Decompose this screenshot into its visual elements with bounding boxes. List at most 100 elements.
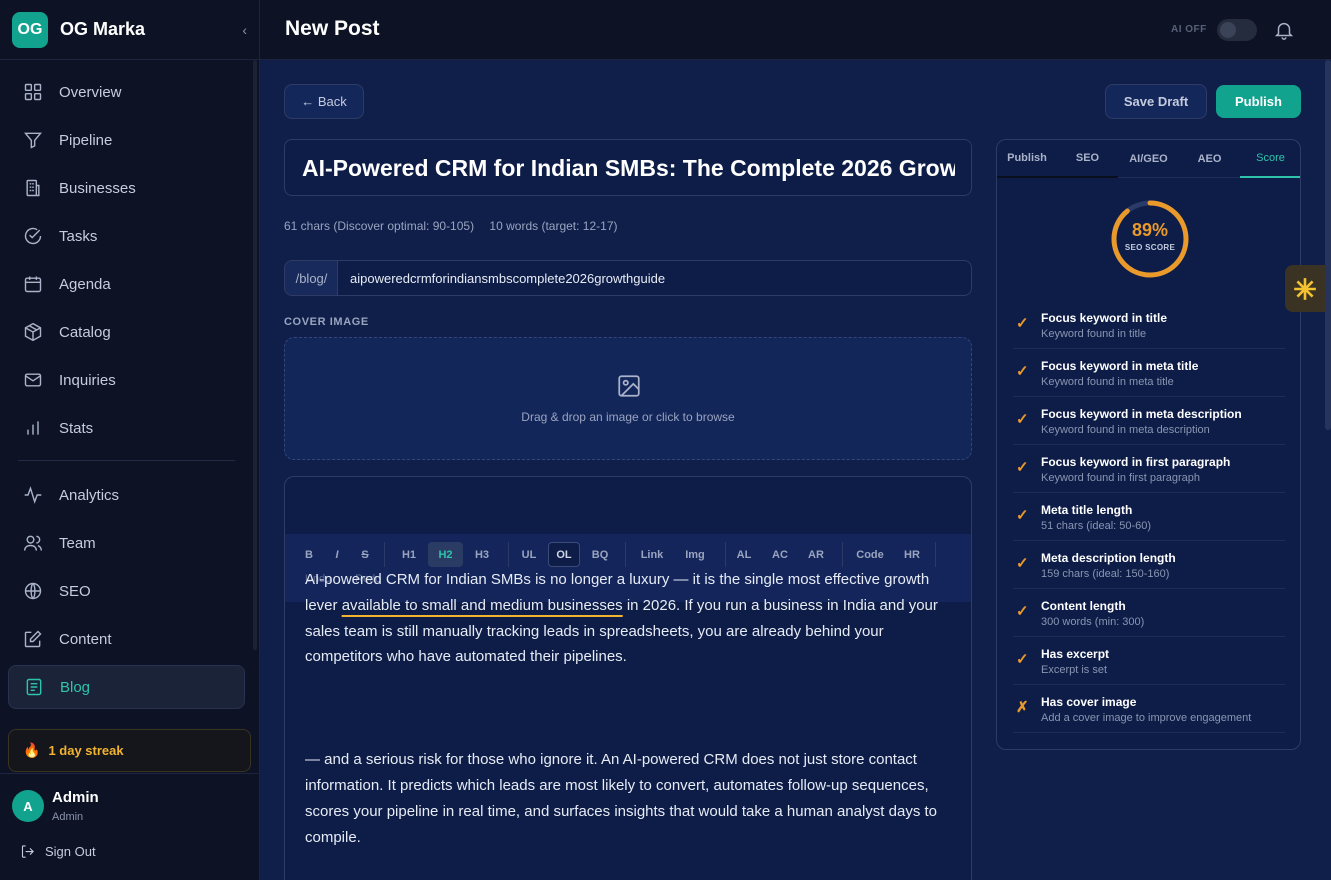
align-left-button[interactable]: AL (731, 542, 757, 567)
notifications-button[interactable] (1273, 19, 1295, 41)
horizontal-rule-button[interactable]: HR (898, 542, 926, 567)
image-button[interactable]: Img (678, 542, 712, 567)
sidebar-item-stats[interactable]: Stats (8, 406, 245, 450)
sidebar-item-label: Businesses (59, 179, 136, 197)
editor-paragraph: — and a serious risk for those who ignor… (305, 751, 938, 846)
check-title: Focus keyword in first paragraph (1041, 455, 1231, 469)
streak-badge: 🔥 1 day streak (8, 729, 251, 772)
check-icon: ✓ (1016, 315, 1029, 332)
check-icon: ✓ (1016, 411, 1029, 428)
page-scrollbar[interactable] (1325, 60, 1331, 430)
sidebar-item-label: Pipeline (59, 131, 113, 149)
users-icon (23, 535, 43, 551)
check-subtitle: 51 chars (ideal: 50-60) (1041, 520, 1152, 532)
sign-out-button[interactable]: Sign Out (20, 844, 96, 859)
sidebar-item-blog[interactable]: Blog (8, 665, 245, 709)
sidebar-item-label: Blog (60, 678, 91, 696)
sidebar-item-tasks[interactable]: Tasks (8, 214, 245, 258)
check-icon: ✓ (1016, 603, 1029, 620)
avatar[interactable]: A (12, 790, 44, 822)
collapse-sidebar-button[interactable]: ‹ (242, 22, 247, 38)
score-label: SEO SCORE (1124, 243, 1176, 252)
strikethrough-button[interactable]: S (355, 542, 375, 567)
back-button[interactable]: ← Back (284, 84, 364, 119)
sidebar-item-businesses[interactable]: Businesses (8, 166, 245, 210)
post-title-input[interactable]: AI-Powered CRM for Indian SMBs: The Comp… (284, 139, 972, 196)
align-center-button[interactable]: AC (767, 542, 793, 567)
tab-seo[interactable]: SEO (1057, 140, 1118, 178)
sidebar-item-pipeline[interactable]: Pipeline (8, 118, 245, 162)
check-icon: ✓ (1016, 363, 1029, 380)
filter-icon (23, 132, 43, 149)
sidebar: OG OG Marka ‹ Overview Pipeline Business… (0, 0, 260, 880)
blockquote-button[interactable]: BQ (585, 542, 615, 567)
bold-button[interactable]: B (299, 542, 319, 567)
sidebar-scrollbar[interactable] (253, 60, 257, 650)
document-icon (26, 678, 42, 696)
checklist-item: ✓ Focus keyword in title Keyword found in … (1013, 301, 1285, 349)
content-editor[interactable]: B I S H1 H2 H3 UL OL BQ Link Img AL AC A… (284, 476, 972, 880)
building-icon (26, 179, 40, 197)
sidebar-item-agenda[interactable]: Agenda (8, 262, 245, 306)
score-value: 89% (1131, 220, 1169, 240)
check-title: Meta title length (1041, 503, 1133, 517)
check-icon: ✓ (1016, 507, 1029, 524)
tab-publish[interactable]: Publish (997, 140, 1057, 178)
heading1-button[interactable]: H1 (393, 542, 425, 567)
bell-icon (1274, 22, 1294, 40)
sidebar-item-seo[interactable]: SEO (8, 569, 245, 613)
title-word-count: 10 words (target: 12-17) (489, 219, 618, 233)
sparkle-icon (1294, 277, 1316, 300)
seo-checklist: ✓ Focus keyword in title Keyword found in … (1013, 301, 1285, 733)
sidebar-item-analytics[interactable]: Analytics (8, 473, 245, 517)
post-title-text: AI-Powered CRM for Indian SMBs: The Comp… (302, 155, 972, 181)
image-icon (618, 375, 640, 397)
checklist-item: ✓ Focus keyword in first paragraph Keyword… (1013, 445, 1285, 493)
tab-score[interactable]: Score (1240, 140, 1300, 178)
sidebar-item-team[interactable]: Team (8, 521, 245, 565)
italic-button[interactable]: I (327, 542, 347, 567)
check-subtitle: Keyword found in meta description (1041, 424, 1210, 436)
streak-text: 1 day streak (48, 743, 124, 758)
cross-icon: ✗ (1016, 699, 1029, 716)
ai-assistant-button[interactable] (1285, 265, 1325, 312)
slug-prefix: /blog/ (284, 260, 338, 296)
heading3-button[interactable]: H3 (466, 542, 498, 567)
check-subtitle: Excerpt is set (1041, 664, 1108, 676)
user-name: Admin (52, 789, 99, 806)
toolbar-divider (384, 542, 385, 567)
grid-icon (24, 83, 42, 101)
check-title: Focus keyword in meta description (1041, 407, 1242, 421)
slug-input[interactable] (337, 260, 972, 296)
brand: OG OG Marka ‹ (0, 0, 259, 60)
code-button[interactable]: Code (851, 542, 889, 567)
check-title: Focus keyword in meta title (1041, 359, 1199, 373)
sidebar-item-overview[interactable]: Overview (8, 70, 245, 114)
sidebar-item-label: Catalog (59, 323, 111, 341)
check-circle-icon (24, 227, 42, 245)
save-draft-button[interactable]: Save Draft (1105, 84, 1207, 119)
link-button[interactable]: Link (635, 542, 669, 567)
tab-aeo[interactable]: AEO (1179, 140, 1240, 178)
toolbar-divider (842, 542, 843, 567)
sidebar-item-label: Team (59, 534, 96, 552)
check-icon: ✓ (1016, 651, 1029, 668)
sidebar-item-catalog[interactable]: Catalog (8, 310, 245, 354)
sign-out-label: Sign Out (45, 844, 96, 859)
dropzone-text: Drag & drop an image or click to browse (521, 410, 735, 424)
seo-panel: Publish SEO AI/GEO AEO Score 89% SEO SCO… (996, 139, 1301, 750)
tab-ai-geo[interactable]: AI/GEO (1118, 140, 1179, 178)
user-area: A Admin Admin Sign Out (0, 773, 259, 880)
heading2-button[interactable]: H2 (428, 542, 463, 567)
sidebar-item-content[interactable]: Content (8, 617, 245, 661)
bullet-list-button[interactable]: UL (514, 542, 544, 567)
publish-button[interactable]: Publish (1216, 85, 1301, 118)
ai-toggle[interactable] (1217, 19, 1257, 41)
activity-icon (24, 486, 42, 504)
sidebar-item-inquiries[interactable]: Inquiries (8, 358, 245, 402)
cover-image-dropzone[interactable]: Drag & drop an image or click to browse (284, 337, 972, 460)
align-right-button[interactable]: AR (803, 542, 829, 567)
ordered-list-button[interactable]: OL (548, 542, 580, 567)
editor-content[interactable]: AI-powered CRM for Indian SMBs is no lon… (305, 567, 955, 850)
check-title: Has cover image (1041, 695, 1137, 709)
